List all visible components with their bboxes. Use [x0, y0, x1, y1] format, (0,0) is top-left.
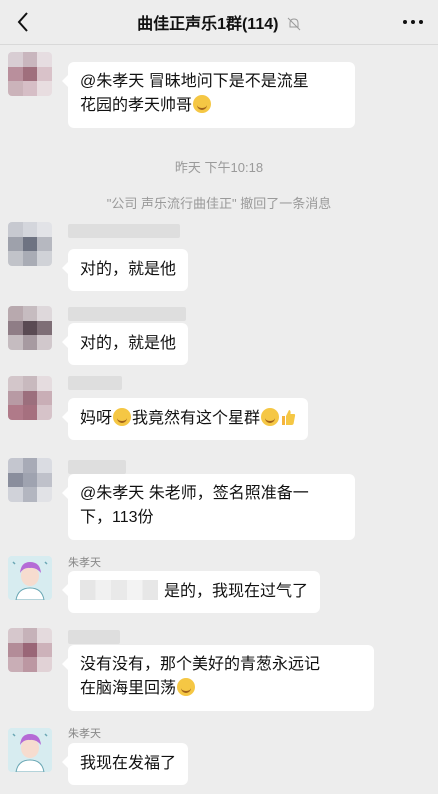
message-text: 我竟然有这个星群: [132, 410, 261, 427]
recall-notice: "公司 声乐流行曲佳正" 撤回了一条消息: [106, 196, 332, 211]
message-bubble[interactable]: 是的，我现在过气了: [61, 571, 321, 613]
chat-header: 曲佳正声乐1群(114): [0, 0, 438, 45]
cartoon-avatar-icon: [8, 556, 52, 600]
message-bubble[interactable]: 对的，就是他: [61, 249, 189, 291]
timestamp: 昨天 下午10:18: [174, 160, 264, 175]
message-text: 对的，就是他: [80, 261, 177, 278]
message-bubble[interactable]: 我现在发福了: [61, 743, 189, 785]
message-text: 妈呀: [80, 410, 113, 427]
sender-name-blurred: [68, 224, 180, 238]
message-bubble[interactable]: @朱孝天 朱老师，签名照准备一 下，113份: [62, 474, 355, 540]
sender-name-blurred: [68, 376, 122, 390]
thumbs-up-icon: [282, 410, 296, 425]
avatar[interactable]: [8, 222, 52, 266]
avatar[interactable]: [8, 628, 52, 672]
message-text: 下，113份: [80, 509, 154, 526]
thinking-emoji-icon: [193, 95, 212, 113]
avatar[interactable]: [8, 556, 52, 600]
sender-name-blurred: [68, 307, 186, 321]
redacted-mention: [80, 580, 158, 600]
sender-name-blurred: [68, 630, 120, 644]
message-bubble[interactable]: @朱孝天 冒昧地问下是不是流星 花园的孝天帅哥: [62, 62, 355, 128]
avatar[interactable]: [8, 52, 52, 96]
message-bubble[interactable]: 对的，就是他: [61, 323, 189, 365]
sender-name: 朱孝天: [68, 728, 101, 740]
avatar[interactable]: [8, 376, 52, 420]
cartoon-avatar-icon: [8, 728, 52, 772]
message-bubble[interactable]: 妈呀 我竟然有这个星群: [61, 398, 309, 440]
message-text: 我现在发福了: [80, 755, 177, 772]
chat-title-text: 曲佳正声乐1群(114): [137, 16, 279, 33]
message-text: 没有没有，那个美好的青葱永远记: [80, 656, 321, 673]
message-text: @朱孝天 朱老师，签名照准备一: [80, 485, 309, 502]
message-text: 是的，我现在过气了: [164, 583, 309, 600]
message-text: 在脑海里回荡: [80, 677, 362, 701]
avatar[interactable]: [8, 306, 52, 350]
avatar[interactable]: [8, 458, 52, 502]
thinking-emoji-icon: [261, 408, 280, 426]
message-text: 花园的孝天帅哥: [80, 94, 343, 118]
message-bubble[interactable]: 没有没有，那个美好的青葱永远记 在脑海里回荡: [62, 645, 374, 711]
message-text: @朱孝天 冒昧地问下是不是流星: [80, 73, 309, 90]
sender-name: 朱孝天: [68, 557, 101, 569]
sender-name-blurred: [68, 460, 126, 474]
message-text: 对的，就是他: [80, 335, 177, 352]
bell-off-icon: [287, 17, 301, 31]
chat-title: 曲佳正声乐1群(114): [0, 10, 438, 34]
drooling-emoji-icon: [177, 678, 196, 696]
more-dots-icon[interactable]: [402, 14, 424, 30]
avatar[interactable]: [8, 728, 52, 772]
crying-laugh-emoji-icon: [113, 408, 132, 426]
